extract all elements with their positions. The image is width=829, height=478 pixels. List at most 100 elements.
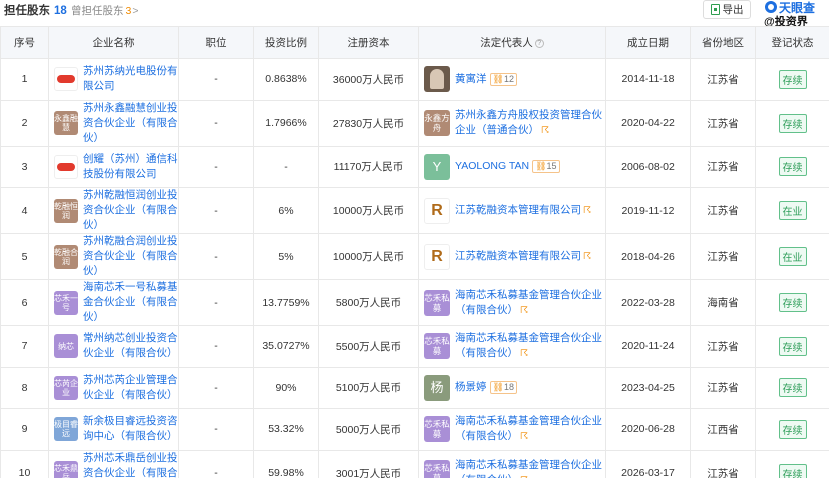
company-name-link[interactable]: 苏州永鑫融慧创业投资合伙企业（有限合伙） — [83, 101, 178, 146]
section-title: 担任股东 18 — [4, 2, 67, 18]
company-logo: 纳芯 — [54, 334, 78, 359]
rep-logo-text: Y — [432, 158, 442, 174]
status-badge: 存续 — [778, 336, 807, 356]
table-row: 2 永鑫融慧 苏州永鑫融慧创业投资合伙企业（有限合伙） -1.7966% 27830万人… — [0, 99, 829, 147]
ratio-cell: 59.98% — [253, 449, 319, 478]
company-logo-text: 乾融恒润 — [54, 201, 78, 220]
rep-logo-text: 芯禾私募 — [424, 336, 450, 357]
related-count: 12 — [503, 73, 514, 84]
rep-avatar: 芯禾私募 — [424, 289, 450, 316]
controller-icon: ☈ — [541, 125, 550, 135]
status-badge: 在业 — [778, 247, 807, 266]
rep-avatar: Y — [424, 153, 450, 180]
legal-rep-link[interactable]: 海南芯禾私募基金管理合伙企业（有限合伙）☈ — [455, 331, 605, 361]
capital-cell: 5100万人民币 — [318, 366, 419, 409]
status-badge: 存续 — [778, 293, 807, 312]
capital-cell: 3001万人民币 — [318, 449, 419, 478]
legal-rep-link[interactable]: 海南芯禾私募基金管理合伙企业（有限合伙）☈ — [455, 458, 605, 478]
company-name-link[interactable]: 新余极目睿远投资咨询中心（有限合伙） — [83, 414, 178, 444]
export-label: 导出 — [722, 4, 744, 16]
region-cell: 江苏省 — [690, 145, 756, 188]
company-name-link[interactable]: 苏州乾融合润创业投资合伙企业（有限合伙） — [83, 234, 178, 279]
legal-rep-link[interactable]: 苏州永鑫方舟股权投资管理合伙企业（普通合伙） ☈ — [455, 108, 605, 138]
status-cell: 存续 — [755, 99, 829, 147]
date-cell: 2020-06-28 — [605, 408, 691, 451]
legal-rep-cell: 黄寓洋 ⛓12 — [418, 58, 606, 101]
related-icon: ⛓ — [492, 73, 504, 84]
former-shareholder-link[interactable]: 曾担任股东 3> — [71, 3, 138, 18]
region-cell: 江苏省 — [690, 449, 756, 478]
date-cell: 2023-04-25 — [605, 366, 691, 409]
region-cell: 江苏省 — [690, 58, 756, 101]
table-row: 9 极目睿远 新余极目睿远投资咨询中心（有限合伙） -53.32% 5000万人民币 芯禾… — [0, 408, 829, 451]
company-name-link[interactable]: 海南芯禾一号私募基金合伙企业（有限合伙） — [83, 280, 178, 325]
position-cell: - — [178, 58, 254, 101]
date-cell: 2022-03-28 — [605, 279, 691, 326]
related-count: 15 — [546, 161, 557, 172]
rep-logo-text: 芯禾私募 — [424, 419, 450, 440]
row-index: 10 — [0, 449, 49, 478]
row-index: 7 — [0, 325, 49, 368]
capital-cell: 5000万人民币 — [318, 408, 419, 451]
company-logo — [54, 154, 78, 179]
former-count: 3 — [125, 5, 132, 17]
rep-avatar — [424, 66, 450, 93]
company-logo-text: 永鑫融慧 — [54, 114, 78, 132]
legal-rep-link[interactable]: 黄寓洋 ⛓12 — [455, 72, 517, 87]
position-cell: - — [178, 145, 254, 188]
company-name-link[interactable]: 苏州芯禾鼎岳创业投资合伙企业（有限合伙） — [83, 451, 178, 478]
legal-rep-name: 杨景婷 — [455, 381, 487, 394]
company-name-link[interactable]: 苏州芯芮企业管理合伙企业（有限合伙） — [83, 373, 178, 403]
company-name-link[interactable]: 苏州乾融恒润创业投资合伙企业（有限合伙） — [83, 188, 178, 233]
rep-logo-text: R — [431, 201, 443, 219]
status-cell: 存续 — [755, 279, 829, 326]
region-cell: 江苏省 — [690, 187, 756, 234]
company-logo: 永鑫融慧 — [54, 111, 78, 135]
legal-rep-cell: 芯禾私募海南芯禾私募基金管理合伙企业（有限合伙）☈ — [418, 279, 606, 326]
help-icon[interactable]: ? — [534, 38, 544, 48]
company-name-link[interactable]: 创耀（苏州）通信科技股份有限公司 — [83, 152, 178, 182]
row-index: 3 — [0, 145, 49, 188]
related-company-badge[interactable]: ⛓12 — [489, 72, 517, 86]
rep-logo-text: R — [431, 247, 443, 265]
date-cell: 2020-04-22 — [605, 99, 691, 147]
company-logo: 乾融恒润 — [54, 198, 78, 223]
ratio-cell: 35.0727% — [253, 325, 319, 368]
brand-logo: 天眼查 — [765, 0, 829, 15]
date-cell: 2026-03-17 — [605, 449, 691, 478]
col-header-date: 成立日期 — [605, 26, 691, 59]
legal-rep-link[interactable]: YAOLONG TAN ⛓15 — [455, 159, 560, 174]
legal-rep-link[interactable]: 海南芯禾私募基金管理合伙企业（有限合伙）☈ — [455, 288, 605, 318]
company-name-link[interactable]: 苏州苏纳光电股份有限公司 — [83, 64, 178, 94]
rep-avatar: 永鑫方舟 — [424, 110, 450, 136]
legal-rep-link[interactable]: 杨景婷 ⛓18 — [455, 380, 517, 395]
status-cell: 在业 — [755, 233, 829, 280]
date-cell: 2020-11-24 — [605, 325, 691, 368]
legal-rep-name: 海南芯禾私募基金管理合伙企业（有限合伙） — [455, 332, 602, 360]
section-header: 担任股东 18 曾担任股东 3> 导出 天眼查 @投资界 — [0, 0, 829, 28]
row-index: 1 — [0, 58, 49, 101]
status-badge: 存续 — [778, 463, 807, 478]
company-name-link[interactable]: 常州纳芯创业投资合伙企业（有限合伙） — [83, 331, 178, 361]
related-company-badge[interactable]: ⛓15 — [532, 160, 560, 174]
controller-icon: ☈ — [520, 304, 529, 315]
related-company-badge[interactable]: ⛓18 — [489, 381, 517, 395]
legal-rep-link[interactable]: 江苏乾融资本管理有限公司 ☈ — [455, 249, 591, 264]
company-logo: 芯禾鼎岳 — [54, 461, 78, 478]
legal-rep-name: 江苏乾融资本管理有限公司 — [455, 204, 581, 216]
position-cell: - — [178, 279, 254, 326]
company-cell: 极目睿远 新余极目睿远投资咨询中心（有限合伙） — [48, 408, 179, 451]
rep-avatar: 杨 — [424, 374, 450, 401]
legal-rep-name: 海南芯禾私募基金管理合伙企业（有限合伙） — [455, 459, 602, 478]
ratio-cell: 5% — [253, 233, 319, 280]
legal-rep-link[interactable]: 海南芯禾私募基金管理合伙企业（有限合伙）☈ — [455, 414, 605, 444]
row-index: 5 — [0, 233, 49, 280]
region-cell: 江苏省 — [690, 233, 756, 280]
legal-rep-link[interactable]: 江苏乾融资本管理有限公司 ☈ — [455, 203, 591, 218]
export-button[interactable]: 导出 — [703, 0, 751, 19]
legal-rep-cell: 永鑫方舟 苏州永鑫方舟股权投资管理合伙企业（普通合伙） ☈ — [418, 99, 606, 147]
controller-icon: ☈ — [583, 251, 592, 261]
capital-cell: 10000万人民币 — [318, 187, 419, 234]
ratio-cell: 53.32% — [253, 408, 319, 451]
company-cell: 永鑫融慧 苏州永鑫融慧创业投资合伙企业（有限合伙） — [48, 99, 179, 147]
